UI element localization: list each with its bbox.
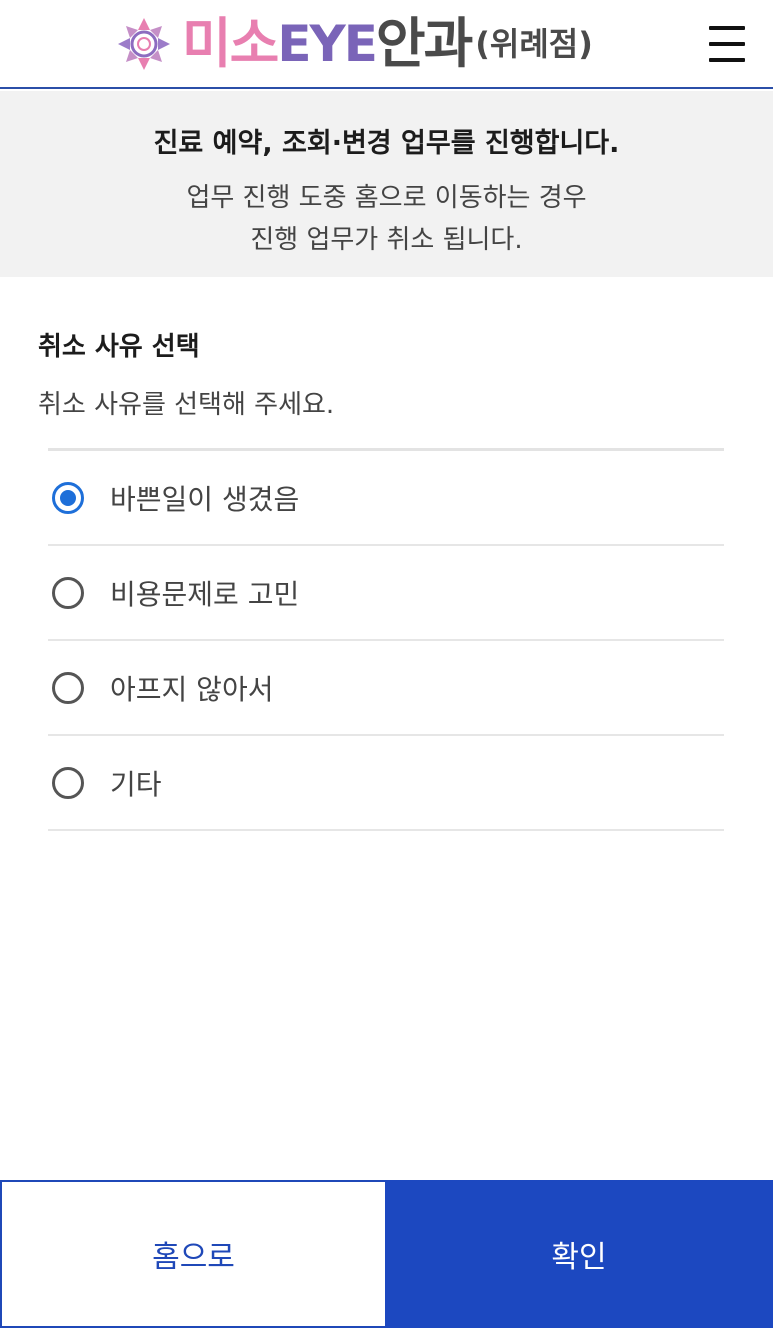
reason-option-busy[interactable]: 바쁜일이 생겼음 <box>48 451 724 546</box>
home-button[interactable]: 홈으로 <box>0 1180 385 1328</box>
bottom-action-bar: 홈으로 확인 <box>0 1180 773 1328</box>
app-header: 미소 EYE 안과 (위례점) <box>0 0 773 89</box>
page: 미소 EYE 안과 (위례점) 진료 예약, 조회·변경 업무를 진행합니다. … <box>0 0 773 1328</box>
reason-label: 아프지 않아서 <box>110 672 274 706</box>
radio-button[interactable] <box>52 481 84 514</box>
section-description: 취소 사유를 선택해 주세요. <box>38 390 335 420</box>
radio-button[interactable] <box>52 766 84 799</box>
hamburger-menu-icon[interactable] <box>709 26 745 62</box>
reason-option-not-sick[interactable]: 아프지 않아서 <box>48 641 724 736</box>
radio-button[interactable] <box>52 671 84 704</box>
reason-label: 기타 <box>110 767 162 801</box>
reason-label: 비용문제로 고민 <box>110 577 300 611</box>
logo-branch-text: (위례점) <box>475 25 593 63</box>
reason-option-other[interactable]: 기타 <box>48 736 724 831</box>
logo-an-text: 안과 <box>375 12 473 75</box>
clinic-logo[interactable]: 미소 EYE 안과 (위례점) <box>114 12 593 76</box>
section-title: 취소 사유 선택 <box>38 332 200 362</box>
logo-miso-text: 미소 <box>182 12 279 75</box>
notice-body: 업무 진행 도중 홈으로 이동하는 경우 진행 업무가 취소 됩니다. <box>186 183 587 255</box>
notice-title: 진료 예약, 조회·변경 업무를 진행합니다. <box>153 128 620 159</box>
flower-logo-icon <box>118 18 170 70</box>
reason-option-cost[interactable]: 비용문제로 고민 <box>48 546 724 641</box>
logo-text: 미소 EYE 안과 (위례점) <box>182 17 593 71</box>
cancel-reason-list: 바쁜일이 생겼음 비용문제로 고민 아프지 않아서 기타 <box>48 448 724 831</box>
reason-label: 바쁜일이 생겼음 <box>110 482 300 516</box>
confirm-button[interactable]: 확인 <box>385 1180 773 1328</box>
radio-button[interactable] <box>52 576 84 609</box>
logo-eye-text: EYE <box>277 15 378 73</box>
notice-banner: 진료 예약, 조회·변경 업무를 진행합니다. 업무 진행 도중 홈으로 이동하… <box>0 91 773 277</box>
